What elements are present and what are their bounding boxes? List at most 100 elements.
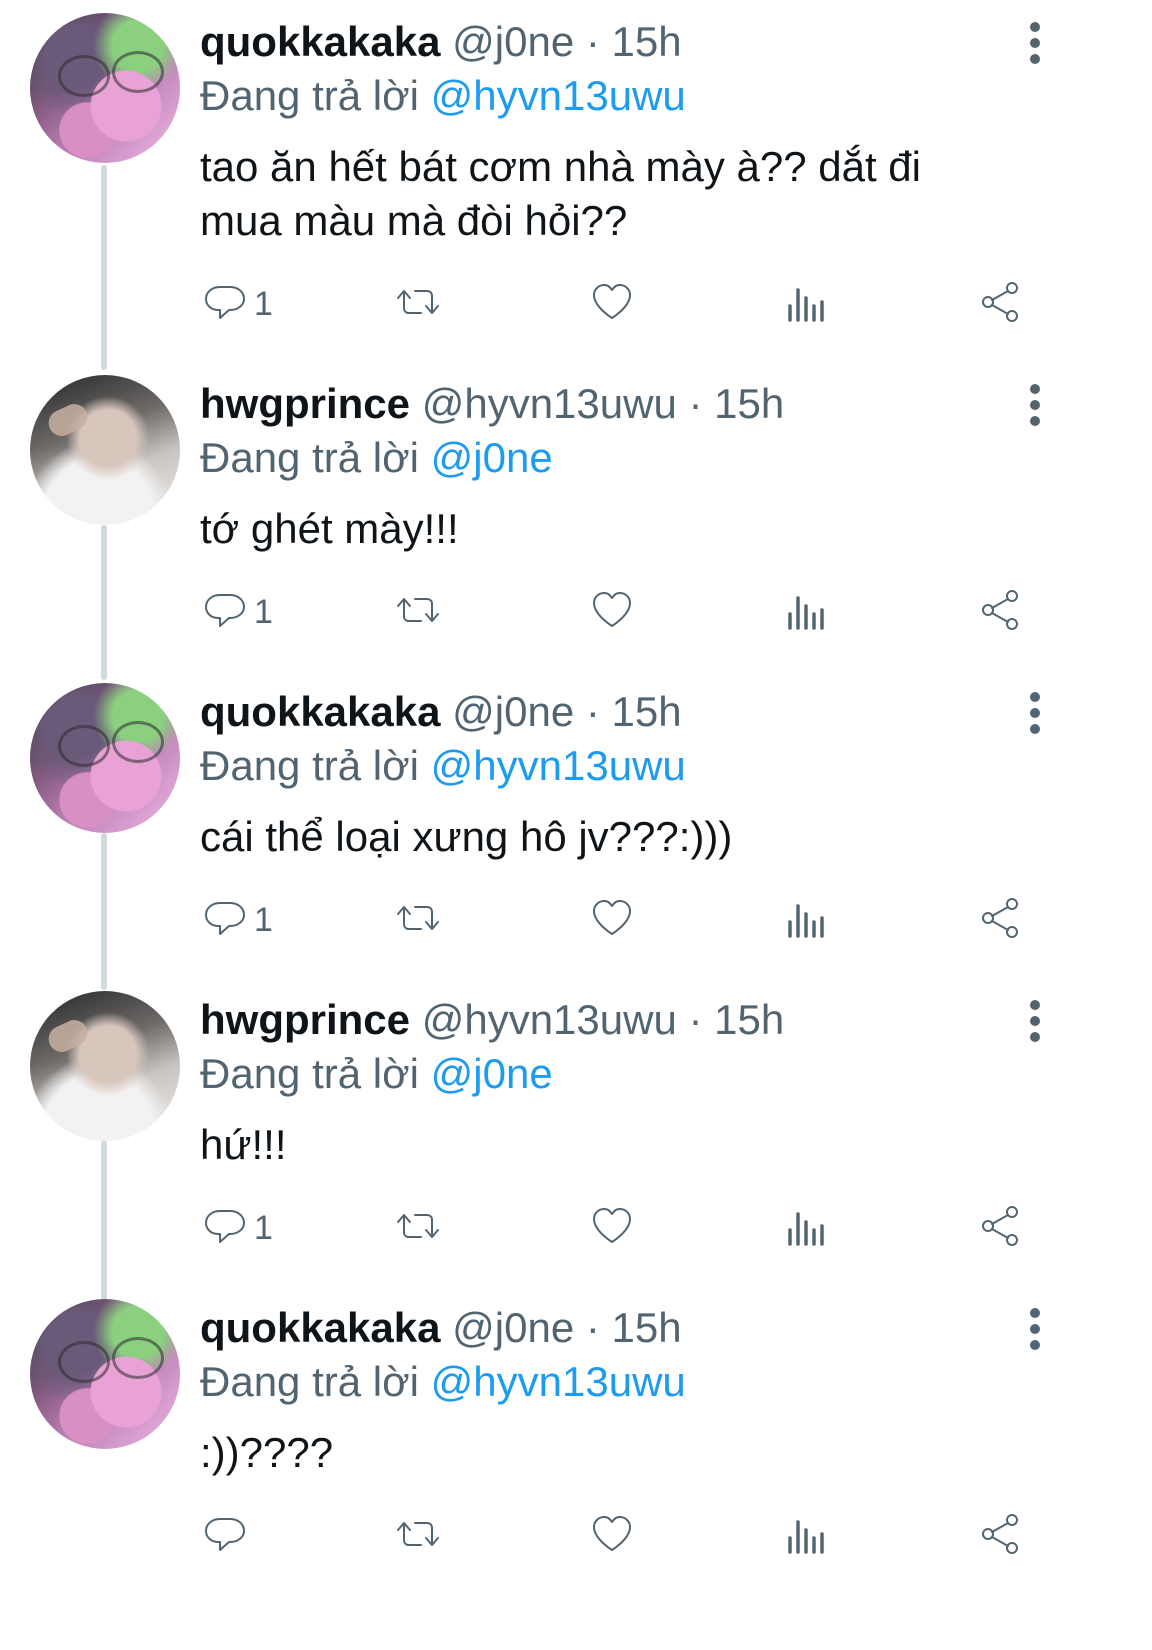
reply-button[interactable]: 1 [200, 274, 273, 334]
views-icon [782, 278, 830, 331]
like-button[interactable] [588, 890, 636, 950]
tweet-header: quokkakaka @j0ne · 15h [200, 684, 682, 740]
avatar-detail [112, 1337, 164, 1379]
heart-icon [588, 586, 636, 639]
display-name[interactable]: quokkakaka [200, 688, 440, 735]
reply-icon [200, 278, 248, 331]
avatar[interactable] [30, 683, 180, 833]
avatar-detail [44, 1015, 92, 1057]
avatar[interactable] [30, 375, 180, 525]
more-dot [1030, 400, 1040, 410]
views-button[interactable] [782, 1506, 830, 1566]
more-dot [1030, 1032, 1040, 1042]
replying-to: Đang trả lời @hyvn13uwu [200, 1354, 686, 1410]
more-vertical-icon[interactable] [1020, 1308, 1050, 1352]
like-button[interactable] [588, 274, 636, 334]
retweet-button[interactable] [394, 1198, 442, 1258]
views-button[interactable] [782, 1198, 830, 1258]
timestamp[interactable]: 15h [612, 688, 682, 735]
separator-dot: · [585, 688, 600, 735]
views-icon [782, 586, 830, 639]
heart-icon [588, 1510, 636, 1563]
user-handle[interactable]: @hyvn13uwu [422, 996, 677, 1043]
tweet-text: hứ!!! [200, 1121, 287, 1168]
tweet[interactable]: quokkakaka @j0ne · 15h Đang trả lời @hyvn… [0, 670, 1152, 970]
like-button[interactable] [588, 1506, 636, 1566]
share-button[interactable] [976, 1198, 1024, 1258]
reply-icon [200, 1510, 248, 1563]
tweet-text: tớ ghét mày!!! [200, 505, 459, 552]
separator-dot: · [585, 1304, 600, 1351]
mention-link[interactable]: @hyvn13uwu [431, 742, 686, 789]
display-name[interactable]: quokkakaka [200, 1304, 440, 1351]
views-button[interactable] [782, 274, 830, 334]
display-name[interactable]: hwgprince [200, 380, 410, 427]
user-handle[interactable]: @j0ne [452, 18, 574, 65]
share-button[interactable] [976, 890, 1024, 950]
share-button[interactable] [976, 274, 1024, 334]
more-vertical-icon[interactable] [1020, 1000, 1050, 1044]
tweet-text: :))???? [200, 1429, 334, 1476]
more-vertical-icon[interactable] [1020, 692, 1050, 736]
reply-icon [200, 1202, 248, 1255]
mention-link[interactable]: @hyvn13uwu [431, 1358, 686, 1405]
replying-to: Đang trả lời @hyvn13uwu [200, 738, 686, 794]
more-vertical-icon[interactable] [1020, 22, 1050, 66]
mention-link[interactable]: @j0ne [431, 1050, 553, 1097]
retweet-button[interactable] [394, 1506, 442, 1566]
retweet-button[interactable] [394, 582, 442, 642]
tweet[interactable]: quokkakaka @j0ne · 15h Đang trả lời @hyvn… [0, 0, 1152, 323]
timestamp[interactable]: 15h [612, 1304, 682, 1351]
reply-button[interactable]: 1 [200, 890, 273, 950]
tweet[interactable]: quokkakaka @j0ne · 15h Đang trả lời @hyvn… [0, 1286, 1152, 1586]
reply-button[interactable] [200, 1506, 254, 1566]
share-button[interactable] [976, 1506, 1024, 1566]
reply-button[interactable]: 1 [200, 1198, 273, 1258]
separator-dot: · [688, 996, 703, 1043]
tweet-actions: 1 [190, 890, 1050, 950]
replying-to-label: Đang trả lời [200, 1050, 419, 1097]
share-button[interactable] [976, 582, 1024, 642]
retweet-button[interactable] [394, 274, 442, 334]
like-button[interactable] [588, 1198, 636, 1258]
avatar[interactable] [30, 991, 180, 1141]
retweet-button[interactable] [394, 890, 442, 950]
more-vertical-icon[interactable] [1020, 384, 1050, 428]
display-name[interactable]: quokkakaka [200, 18, 440, 65]
views-button[interactable] [782, 890, 830, 950]
avatar[interactable] [30, 13, 180, 163]
reply-count: 1 [254, 284, 273, 323]
retweet-icon [394, 586, 442, 639]
tweet[interactable]: hwgprince @hyvn13uwu · 15h Đang trả lời @… [0, 978, 1152, 1278]
retweet-icon [394, 278, 442, 331]
more-dot [1030, 416, 1040, 426]
replying-to: Đang trả lời @j0ne [200, 1046, 553, 1102]
avatar[interactable] [30, 1299, 180, 1449]
more-dot [1030, 692, 1040, 702]
user-handle[interactable]: @hyvn13uwu [422, 380, 677, 427]
tweet-thread: quokkakaka @j0ne · 15h Đang trả lời @hyvn… [0, 0, 1152, 1650]
retweet-icon [394, 894, 442, 947]
user-handle[interactable]: @j0ne [452, 1304, 574, 1351]
timestamp[interactable]: 15h [714, 996, 784, 1043]
avatar-detail [58, 55, 110, 97]
avatar-detail [112, 51, 164, 93]
heart-icon [588, 278, 636, 331]
tweet-header: quokkakaka @j0ne · 15h [200, 1300, 682, 1356]
tweet-actions: 1 [190, 1198, 1050, 1258]
replying-to: Đang trả lời @j0ne [200, 430, 553, 486]
views-button[interactable] [782, 582, 830, 642]
timestamp[interactable]: 15h [612, 18, 682, 65]
mention-link[interactable]: @j0ne [431, 434, 553, 481]
timestamp[interactable]: 15h [714, 380, 784, 427]
more-dot [1030, 724, 1040, 734]
display-name[interactable]: hwgprince [200, 996, 410, 1043]
retweet-icon [394, 1510, 442, 1563]
like-button[interactable] [588, 582, 636, 642]
user-handle[interactable]: @j0ne [452, 688, 574, 735]
reply-button[interactable]: 1 [200, 582, 273, 642]
mention-link[interactable]: @hyvn13uwu [431, 72, 686, 119]
tweet[interactable]: hwgprince @hyvn13uwu · 15h Đang trả lời @… [0, 362, 1152, 662]
tweet-actions: 1 [190, 274, 1050, 334]
more-dot [1030, 54, 1040, 64]
